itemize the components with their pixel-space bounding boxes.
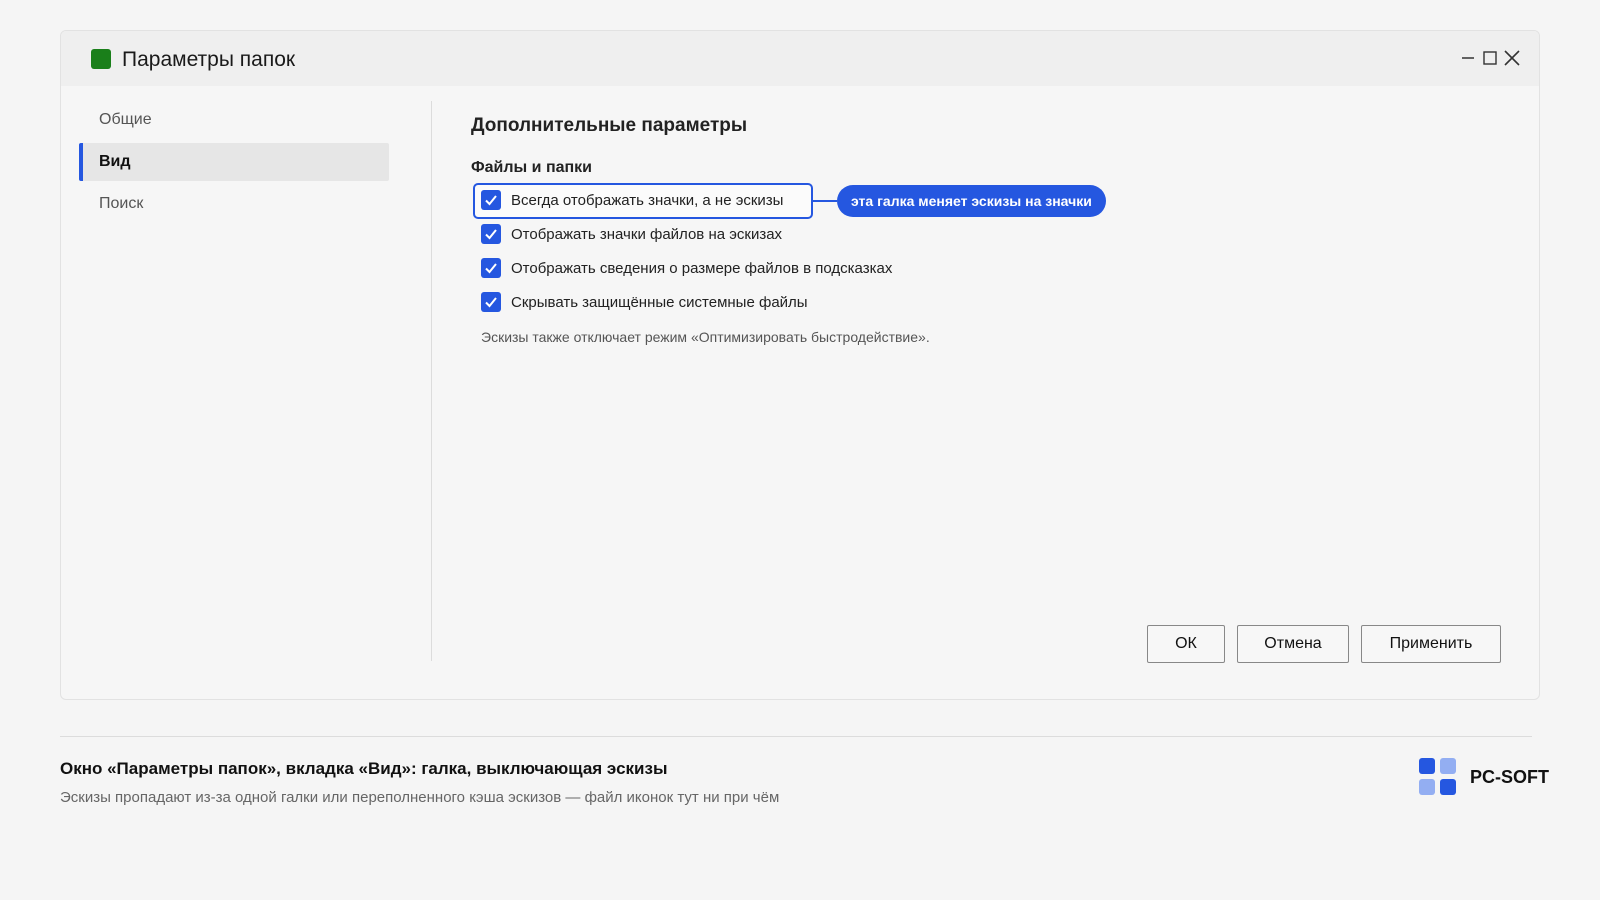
checkmark-icon xyxy=(485,229,497,240)
settings-content: Дополнительные параметры Файлы и папки В… xyxy=(471,115,1471,345)
logo-grid-icon xyxy=(1419,758,1459,798)
sidebar-divider xyxy=(431,101,432,661)
sidebar-item-label: Поиск xyxy=(99,195,144,212)
option-always-show-icons[interactable]: Всегда отображать значки, а не эскизы эт… xyxy=(471,183,1471,219)
option-show-file-icons-on-thumbnails[interactable]: Отображать значки файлов на эскизах xyxy=(471,217,1471,251)
option-label: Отображать значки файлов на эскизах xyxy=(511,225,783,243)
window-title: Параметры папок xyxy=(122,48,296,71)
logo-square xyxy=(1419,758,1435,774)
option-label: Скрывать защищённые системные файлы xyxy=(511,293,808,311)
sidebar-item-view[interactable]: Вид xyxy=(79,143,389,181)
checkmark-icon xyxy=(485,263,497,274)
sidebar-item-label: Вид xyxy=(99,153,131,170)
sidebar-item-label: Общие xyxy=(99,111,152,128)
logo-square xyxy=(1440,779,1456,795)
section-title: Дополнительные параметры xyxy=(471,115,748,136)
option-show-file-size-in-tooltips[interactable]: Отображать сведения о размере файлов в п… xyxy=(471,251,1471,285)
title-bar: Параметры папок xyxy=(61,31,1539,86)
option-label: Отображать сведения о размере файлов в п… xyxy=(511,259,893,277)
logo-square xyxy=(1419,779,1435,795)
options-list: Всегда отображать значки, а не эскизы эт… xyxy=(471,183,1471,319)
caption-subtitle: Эскизы пропадают из-за одной галки или п… xyxy=(60,789,780,806)
footer-divider xyxy=(60,736,1532,737)
apply-button[interactable]: Применить xyxy=(1361,625,1501,663)
app-icon xyxy=(91,49,111,69)
ok-button[interactable]: ОК xyxy=(1147,625,1225,663)
checkbox-checked[interactable] xyxy=(481,292,501,312)
caption-title: Окно «Параметры папок», вкладка «Вид»: г… xyxy=(60,759,668,778)
group-title: Файлы и папки xyxy=(471,159,593,176)
brand-logo: PC-SOFT xyxy=(1419,758,1569,798)
checkmark-icon xyxy=(485,297,497,308)
cancel-button[interactable]: Отмена xyxy=(1237,625,1349,663)
checkmark-icon xyxy=(485,195,497,206)
option-label: Всегда отображать значки, а не эскизы xyxy=(511,191,784,209)
help-note: Эскизы также отключает режим «Оптимизиро… xyxy=(481,329,930,345)
maximize-icon[interactable] xyxy=(1479,47,1501,69)
close-icon[interactable] xyxy=(1501,47,1523,69)
logo-square xyxy=(1440,758,1456,774)
checkbox-checked[interactable] xyxy=(481,258,501,278)
sidebar-item-search[interactable]: Поиск xyxy=(79,185,389,223)
callout-badge: эта галка меняет эскизы на значки xyxy=(837,185,1106,217)
sidebar-item-general[interactable]: Общие xyxy=(79,101,389,139)
checkbox-checked[interactable] xyxy=(481,224,501,244)
option-hide-protected-system-files[interactable]: Скрывать защищённые системные файлы xyxy=(471,285,1471,319)
minimize-icon[interactable] xyxy=(1458,47,1480,69)
folder-options-window: Параметры папок Общие Вид Поиск Дополнит… xyxy=(60,30,1540,700)
checkbox-checked[interactable] xyxy=(481,190,501,210)
callout-connector xyxy=(813,200,837,202)
brand-name: PC-SOFT xyxy=(1470,767,1549,787)
settings-sidebar: Общие Вид Поиск xyxy=(79,101,389,227)
